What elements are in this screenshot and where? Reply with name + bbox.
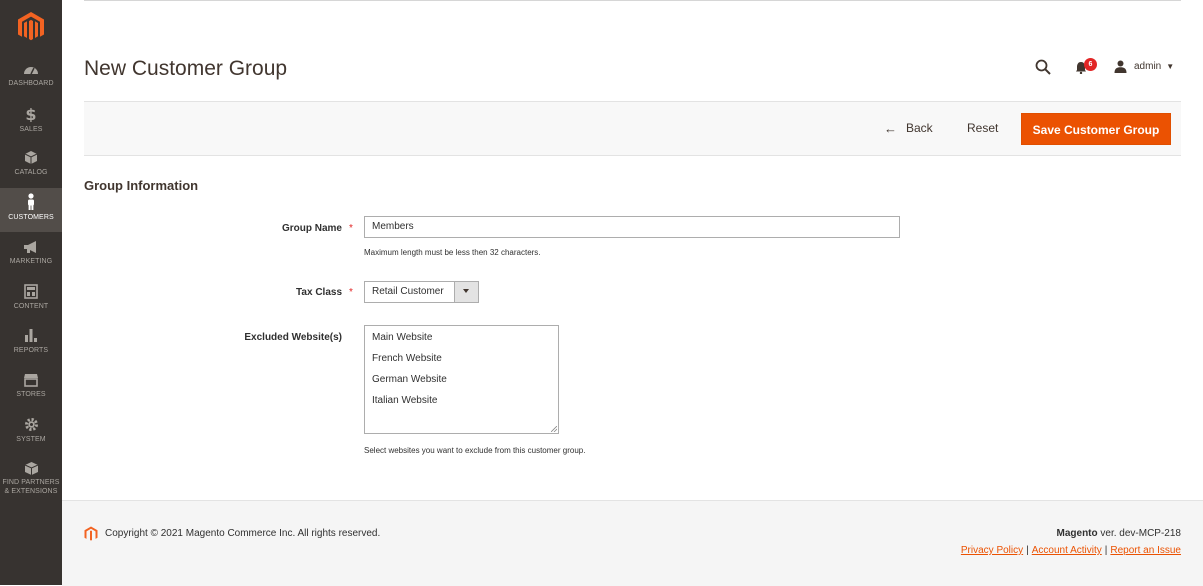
sidebar-item-customers[interactable]: Customers (0, 188, 62, 232)
store-icon (24, 374, 38, 387)
required-asterisk: * (349, 287, 353, 298)
top-divider (84, 0, 1181, 1)
sidebar-label: Find Partners (2, 479, 60, 486)
copyright-text: Copyright © 2021 Magento Commerce Inc. A… (105, 528, 381, 539)
sidebar-label: Stores (16, 391, 46, 398)
version-info: Magento ver. dev-MCP-218 (1057, 528, 1181, 539)
tax-class-value: Retail Customer (372, 286, 444, 297)
bar-chart-icon (25, 329, 37, 342)
sidebar-item-marketing[interactable]: Marketing (0, 240, 62, 284)
group-name-label: Group Name (281, 223, 342, 234)
layout-icon (24, 284, 38, 299)
svg-text:$: $ (25, 106, 36, 122)
sidebar-label: Catalog (14, 169, 48, 176)
tax-class-select[interactable]: Retail Customer (364, 281, 479, 303)
footer-links: Privacy Policy | Account Activity | Report a… (961, 545, 1181, 556)
arrow-left-icon: ← (884, 120, 897, 136)
user-icon (1114, 60, 1127, 73)
sidebar-item-content[interactable]: Content (0, 284, 62, 328)
sidebar-label: Content (13, 303, 49, 310)
link-separator: | (1026, 545, 1029, 556)
sidebar-label: Customers (8, 214, 54, 221)
required-asterisk: * (349, 223, 353, 234)
privacy-policy-link[interactable]: Privacy Policy (961, 545, 1023, 556)
user-name: admin (1134, 60, 1162, 72)
user-menu[interactable]: admin ▼ (1114, 58, 1174, 74)
megaphone-icon (24, 241, 36, 253)
sidebar-label: System (16, 436, 46, 443)
triangle-down-icon (463, 289, 469, 293)
website-option[interactable]: German Website (372, 374, 447, 385)
account-activity-link[interactable]: Account Activity (1032, 545, 1102, 556)
excluded-websites-multiselect[interactable]: Main Website French Website German Websi… (364, 325, 559, 434)
sidebar-item-system[interactable]: System (0, 417, 62, 461)
box-icon (24, 151, 38, 164)
gear-icon (24, 418, 38, 431)
version-text: ver. dev-MCP-218 (1097, 528, 1181, 539)
sidebar-label: Marketing (9, 258, 53, 265)
reset-button[interactable]: Reset (967, 116, 998, 140)
sidebar-item-find-partners[interactable]: Find Partners & Extensions (0, 461, 62, 501)
search-icon[interactable] (1035, 59, 1051, 75)
magento-logo-icon[interactable] (17, 12, 45, 42)
website-option[interactable]: French Website (372, 353, 442, 364)
sidebar-label: Sales (19, 126, 43, 133)
brand-name: Magento (1056, 528, 1098, 539)
website-option[interactable]: Italian Website (372, 395, 437, 406)
report-issue-link[interactable]: Report an Issue (1110, 545, 1181, 556)
back-button-label: Back (906, 121, 933, 135)
resize-handle-icon[interactable] (551, 426, 557, 432)
chevron-down-icon: ▼ (1166, 61, 1175, 71)
notification-count-badge: 6 (1084, 58, 1097, 71)
group-name-note: Maximum length must be less then 32 char… (364, 248, 541, 257)
sidebar-item-dashboard[interactable]: Dashboard (0, 62, 62, 106)
tax-class-label: Tax Class (296, 287, 342, 298)
page-footer: Copyright © 2021 Magento Commerce Inc. A… (62, 500, 1203, 586)
dropdown-toggle[interactable] (454, 282, 478, 302)
sidebar-label-line2: & Extensions (4, 488, 58, 495)
page-actions-bar: ← Back Reset Save Customer Group (84, 102, 1181, 156)
dashboard-icon (24, 67, 38, 75)
back-button[interactable]: ← Back (884, 116, 933, 140)
package-icon (24, 462, 38, 475)
save-customer-group-button[interactable]: Save Customer Group (1021, 113, 1171, 145)
sidebar-item-sales[interactable]: $ Sales (0, 106, 62, 150)
magento-logo-icon (84, 526, 98, 541)
excluded-websites-note: Select websites you want to exclude from… (364, 446, 586, 455)
section-title: Group Information (84, 178, 199, 193)
sidebar-item-reports[interactable]: Reports (0, 328, 62, 372)
group-name-input[interactable]: Members (364, 216, 900, 238)
sidebar-item-stores[interactable]: Stores (0, 373, 62, 417)
person-icon (28, 193, 34, 210)
website-option[interactable]: Main Website (372, 332, 432, 343)
link-separator: | (1104, 545, 1108, 556)
sidebar-label: Dashboard (8, 80, 54, 87)
admin-sidebar: Dashboard $ Sales Catalog Customers Mark… (0, 0, 62, 585)
sidebar-label: Reports (13, 347, 49, 354)
dollar-icon: $ (25, 106, 36, 122)
excluded-websites-label: Excluded Website(s) (244, 332, 342, 343)
page-title: New Customer Group (84, 57, 288, 80)
